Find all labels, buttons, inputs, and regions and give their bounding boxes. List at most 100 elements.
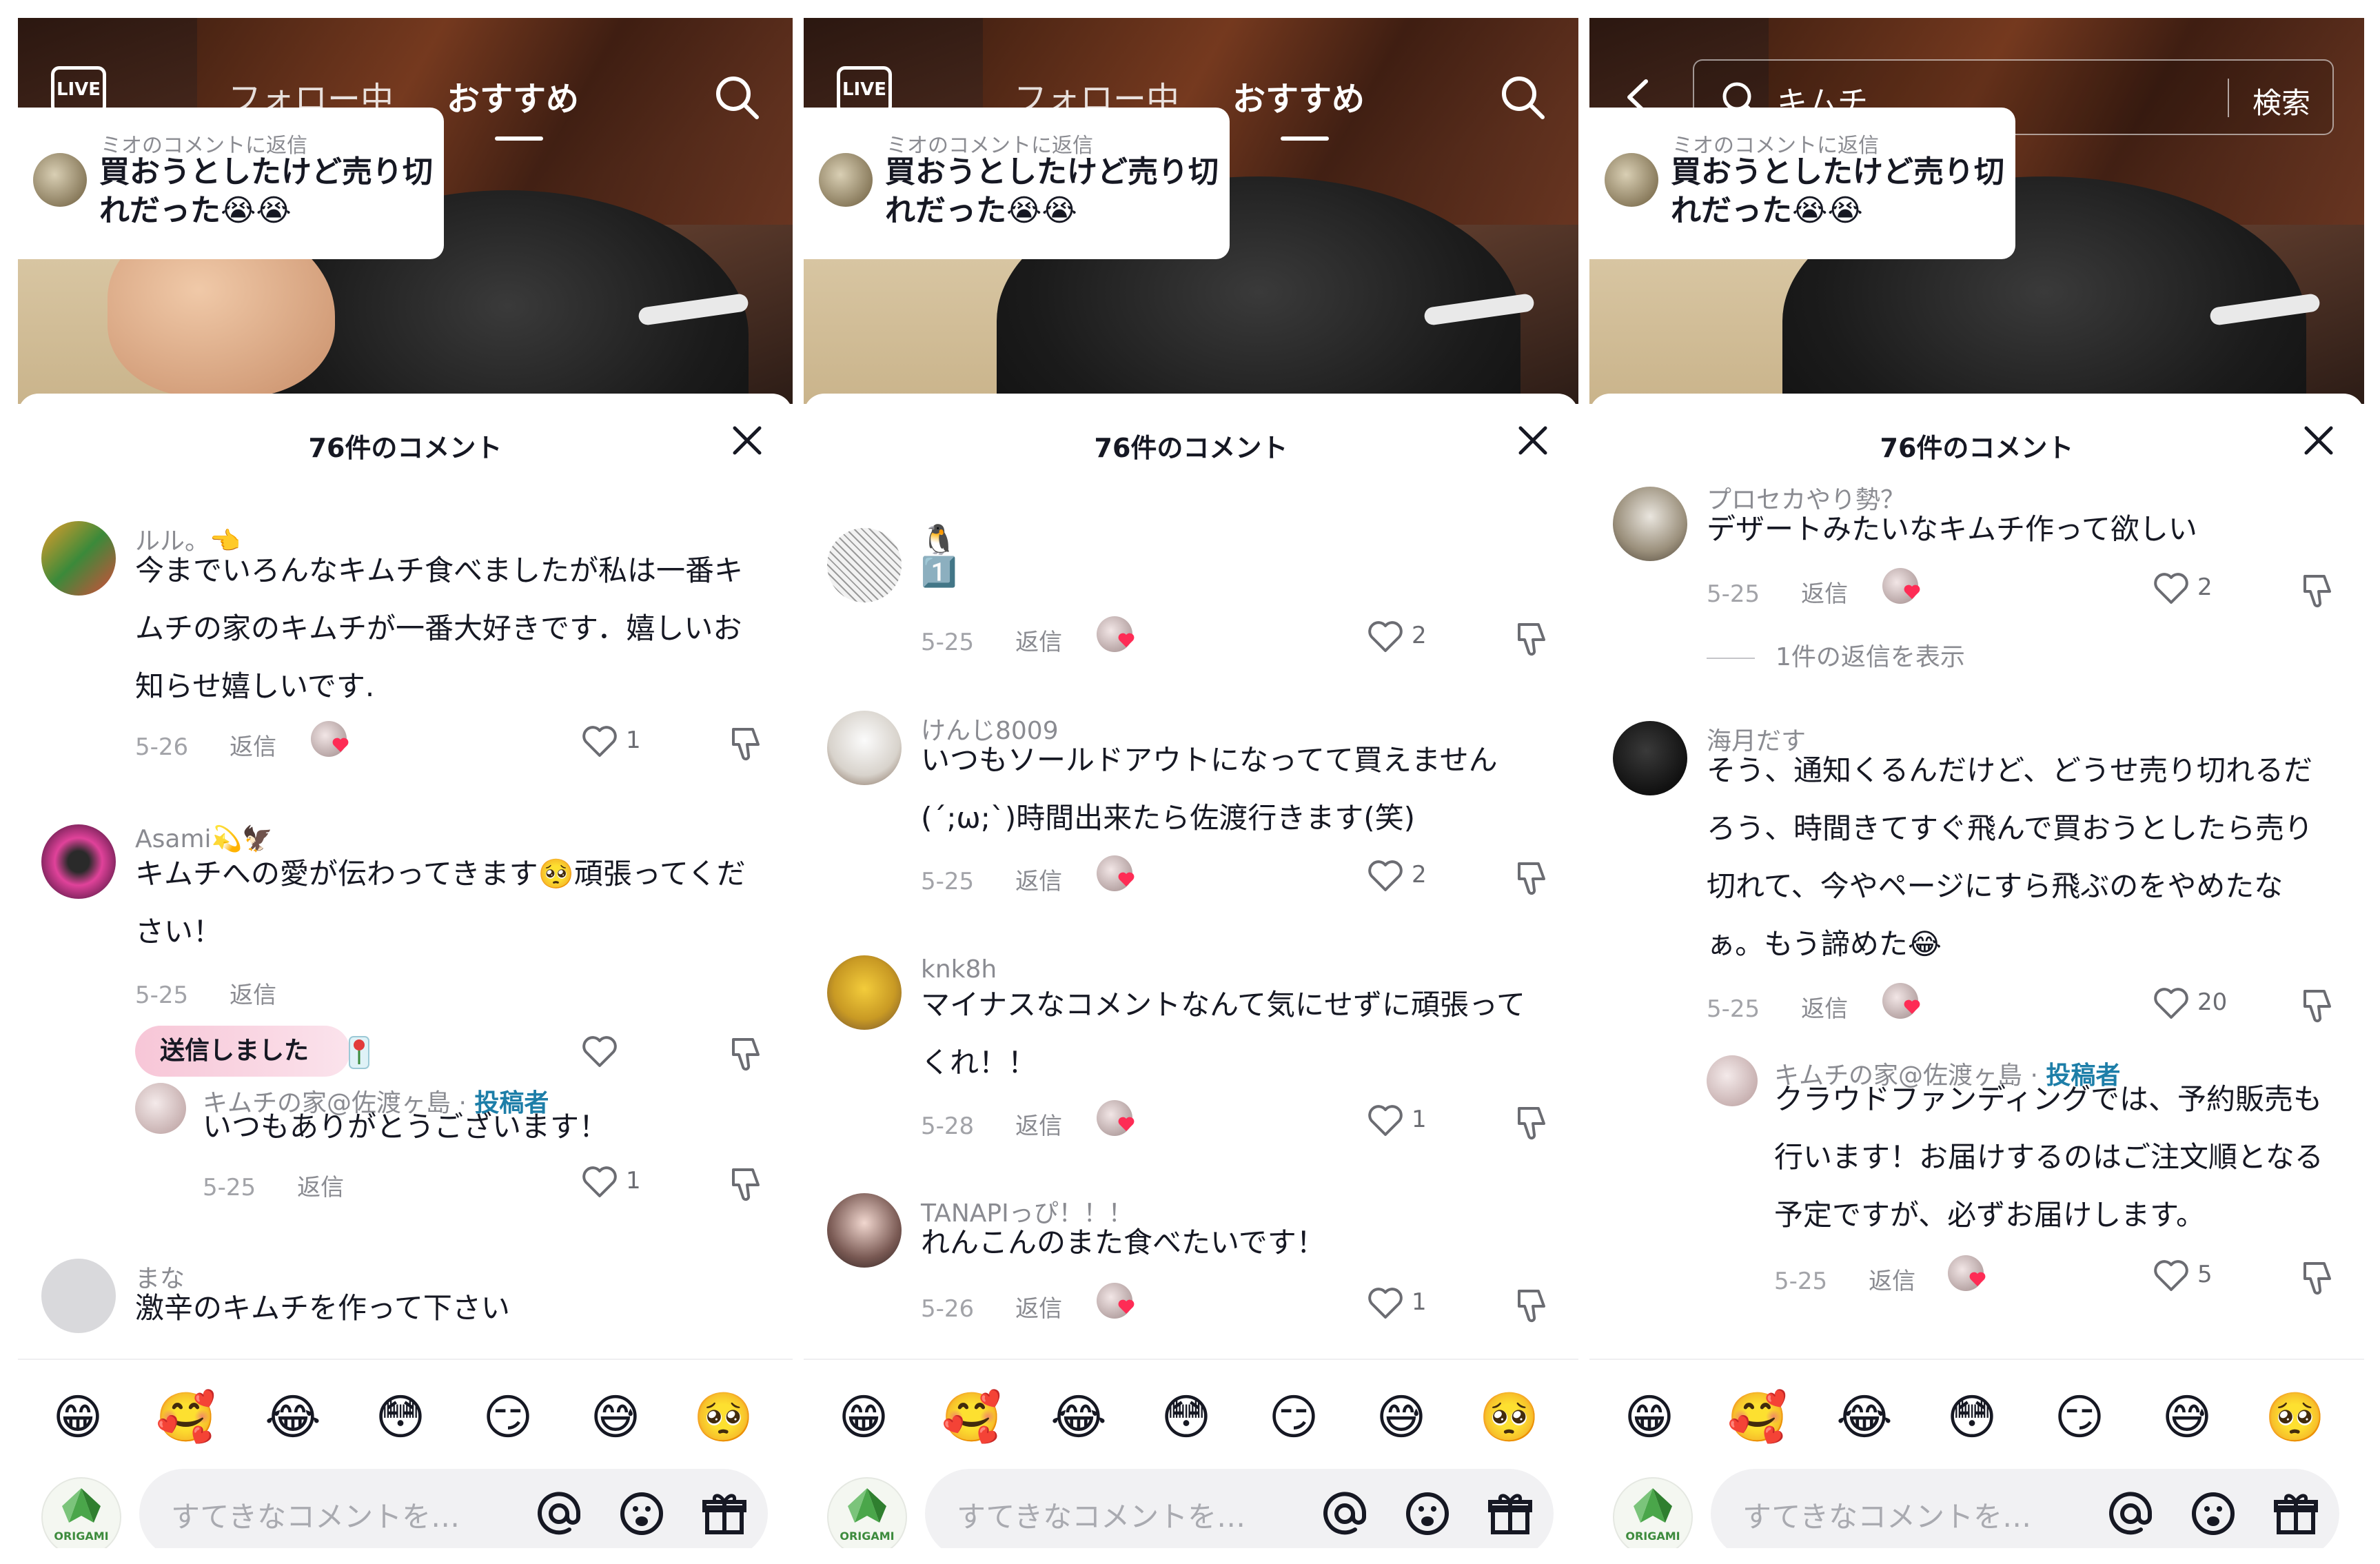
avatar[interactable] bbox=[41, 521, 116, 596]
emoji-button[interactable]: 🥰 bbox=[1727, 1388, 1787, 1447]
close-icon[interactable] bbox=[2299, 421, 2338, 460]
video-background[interactable]: LIVE フォロー中 おすすめ ミオのコメントに返信 買おうとしたけど売り切れだ… bbox=[18, 18, 793, 404]
reply-button[interactable]: 返信 bbox=[1801, 995, 1848, 1023]
avatar[interactable] bbox=[827, 1193, 902, 1268]
emoji-button[interactable]: 😏 bbox=[1264, 1388, 1323, 1447]
avatar[interactable] bbox=[827, 528, 902, 602]
reply-button[interactable]: 返信 bbox=[230, 982, 276, 1009]
comment-list[interactable]: プロセカやり勢？ デザートみたいなキムチ作って欲しい 5-25 返信 2 1件の返… bbox=[1589, 473, 2364, 1359]
emoji-button[interactable]: 😳 bbox=[1157, 1388, 1216, 1447]
like-button[interactable]: 2 bbox=[1365, 616, 1461, 658]
dislike-icon[interactable] bbox=[2297, 1255, 2338, 1297]
emoji-button[interactable]: 😳 bbox=[1942, 1388, 2002, 1447]
dislike-icon[interactable] bbox=[1511, 616, 1552, 658]
user-avatar-logo[interactable]: ORIGAMI bbox=[41, 1477, 121, 1548]
search-submit-button[interactable]: 検索 bbox=[2252, 80, 2310, 122]
like-count: 1 bbox=[1412, 1288, 1427, 1316]
reply-button[interactable]: 返信 bbox=[1015, 629, 1062, 656]
reply-button[interactable]: 返信 bbox=[1015, 868, 1062, 895]
like-button[interactable] bbox=[579, 1031, 675, 1073]
emoji-button[interactable]: 😁 bbox=[48, 1388, 108, 1447]
like-button[interactable]: 5 bbox=[2150, 1255, 2247, 1297]
emoji-button[interactable]: 😂 bbox=[263, 1388, 323, 1447]
like-button[interactable]: 1 bbox=[579, 1161, 675, 1203]
dislike-icon[interactable] bbox=[725, 721, 766, 762]
gift-icon[interactable] bbox=[1485, 1488, 1536, 1539]
emoji-button[interactable]: 😂 bbox=[1835, 1388, 1894, 1447]
gift-icon[interactable] bbox=[2270, 1488, 2321, 1539]
emoji-button[interactable]: 😅 bbox=[2157, 1388, 2217, 1447]
avatar[interactable] bbox=[827, 955, 902, 1030]
emoji-button[interactable]: 😏 bbox=[2050, 1388, 2109, 1447]
emoji-picker-icon[interactable] bbox=[2188, 1488, 2239, 1539]
video-background[interactable]: LIVE フォロー中 おすすめ ミオのコメントに返信 買おうとしたけど売り切れだ… bbox=[804, 18, 1578, 404]
close-icon[interactable] bbox=[728, 421, 766, 460]
reply-button[interactable]: 返信 bbox=[1869, 1268, 1915, 1295]
dislike-icon[interactable] bbox=[1511, 855, 1552, 897]
reply-button[interactable]: 返信 bbox=[1801, 580, 1848, 608]
avatar[interactable] bbox=[1707, 1055, 1758, 1106]
avatar[interactable] bbox=[41, 824, 116, 899]
like-button[interactable]: 2 bbox=[1365, 855, 1461, 897]
dislike-icon[interactable] bbox=[725, 1031, 766, 1073]
tab-recommended[interactable]: おすすめ bbox=[447, 72, 579, 120]
like-button[interactable]: 20 bbox=[2150, 983, 2247, 1024]
search-icon[interactable] bbox=[713, 73, 761, 121]
emoji-button[interactable]: 😅 bbox=[1372, 1388, 1431, 1447]
like-button[interactable]: 2 bbox=[2150, 568, 2247, 609]
comment-list[interactable]: 🐧 1️⃣ 5-25 返信 2 けんじ8009 いつもソールドアウトになってて買え… bbox=[804, 473, 1578, 1359]
emoji-picker-icon[interactable] bbox=[616, 1488, 667, 1539]
tab-recommended[interactable]: おすすめ bbox=[1232, 72, 1365, 120]
mention-icon[interactable] bbox=[533, 1488, 584, 1539]
emoji-button[interactable]: 😳 bbox=[371, 1388, 430, 1447]
emoji-button[interactable]: 😁 bbox=[1620, 1388, 1679, 1447]
reply-button[interactable]: 返信 bbox=[230, 733, 276, 761]
heart-badge-icon bbox=[1904, 999, 1920, 1014]
show-replies-link[interactable]: 1件の返信を表示 bbox=[1707, 637, 1965, 673]
search-icon[interactable] bbox=[1498, 73, 1547, 121]
dislike-icon[interactable] bbox=[725, 1161, 766, 1203]
gift-icon[interactable] bbox=[699, 1488, 750, 1539]
heart-icon bbox=[582, 1166, 617, 1197]
comment-input[interactable]: すてきなコメントを… bbox=[1711, 1469, 2339, 1548]
like-button[interactable]: 1 bbox=[1365, 1100, 1461, 1141]
comment-input[interactable]: すてきなコメントを… bbox=[925, 1469, 1554, 1548]
video-background[interactable]: キムチ 検索 ミオのコメントに返信 買おうとしたけど売り切れだった😭😭 bbox=[1589, 18, 2364, 404]
avatar[interactable] bbox=[1613, 487, 1687, 561]
emoji-glyph: 🥺 bbox=[2265, 1389, 2326, 1445]
reply-card[interactable]: ミオのコメントに返信 買おうとしたけど売り切れだった😭😭 bbox=[1589, 108, 2015, 259]
reply-button[interactable]: 返信 bbox=[1015, 1295, 1062, 1323]
emoji-button[interactable]: 🥰 bbox=[156, 1388, 216, 1447]
avatar[interactable] bbox=[1613, 721, 1687, 795]
dislike-icon[interactable] bbox=[2297, 983, 2338, 1024]
avatar[interactable] bbox=[827, 711, 902, 785]
avatar[interactable] bbox=[41, 1259, 116, 1333]
comment-input[interactable]: すてきなコメントを… bbox=[139, 1469, 768, 1548]
user-avatar-logo[interactable]: ORIGAMI bbox=[827, 1477, 907, 1548]
reply-card[interactable]: ミオのコメントに返信 買おうとしたけど売り切れだった😭😭 bbox=[804, 108, 1230, 259]
emoji-button[interactable]: 🥺 bbox=[1479, 1388, 1540, 1447]
reply-button[interactable]: 返信 bbox=[1015, 1113, 1062, 1140]
comment-list[interactable]: ルル。👈 今までいろんなキムチ食べましたが私は一番キムチの家のキムチが一番大好き… bbox=[18, 473, 793, 1359]
emoji-button[interactable]: 🥺 bbox=[693, 1388, 753, 1447]
emoji-button[interactable]: 😅 bbox=[586, 1388, 645, 1447]
like-button[interactable]: 1 bbox=[1365, 1283, 1461, 1324]
emoji-button[interactable]: 😁 bbox=[834, 1388, 893, 1447]
mention-icon[interactable] bbox=[1319, 1488, 1370, 1539]
emoji-button[interactable]: 🥺 bbox=[2265, 1388, 2326, 1447]
user-avatar-logo[interactable]: ORIGAMI bbox=[1613, 1477, 1693, 1548]
like-button[interactable]: 1 bbox=[579, 721, 675, 762]
emoji-picker-icon[interactable] bbox=[1402, 1488, 1453, 1539]
reply-button[interactable]: 返信 bbox=[297, 1174, 344, 1201]
dislike-icon[interactable] bbox=[1511, 1283, 1552, 1324]
emoji-button[interactable]: 😂 bbox=[1049, 1388, 1108, 1447]
emoji-button[interactable]: 😏 bbox=[478, 1388, 538, 1447]
close-icon[interactable] bbox=[1514, 421, 1552, 460]
emoji-button[interactable]: 🥰 bbox=[942, 1388, 1001, 1447]
dislike-icon[interactable] bbox=[1511, 1100, 1552, 1141]
emoji-glyph: 🥺 bbox=[1479, 1389, 1540, 1445]
avatar[interactable] bbox=[135, 1083, 186, 1134]
reply-card[interactable]: ミオのコメントに返信 買おうとしたけど売り切れだった😭😭 bbox=[18, 108, 444, 259]
dislike-icon[interactable] bbox=[2297, 568, 2338, 609]
mention-icon[interactable] bbox=[2105, 1488, 2156, 1539]
